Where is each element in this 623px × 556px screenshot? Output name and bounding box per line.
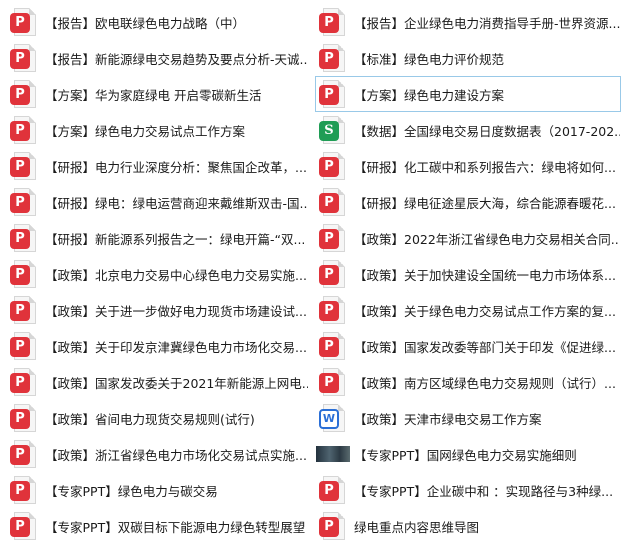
file-name-label: 绿电重点内容思维导图 <box>354 519 480 535</box>
pdf-file-icon: P <box>319 8 345 36</box>
file-name-label: 【政策】国家发改委关于2021年新能源上网电... <box>45 375 308 391</box>
file-item[interactable]: P 【政策】浙江省绿色电力市场化交易试点实施... <box>6 436 309 472</box>
pdf-file-icon: P <box>10 296 36 324</box>
file-item[interactable]: P 【政策】国家发改委关于2021年新能源上网电... <box>6 364 309 400</box>
file-name-label: 【政策】关于印发京津冀绿色电力市场化交易... <box>45 339 307 355</box>
file-name-label: 【政策】关于绿色电力交易试点工作方案的复... <box>354 303 616 319</box>
word-file-icon: W <box>319 404 345 432</box>
file-name-label: 【专家PPT】绿色电力与碳交易 <box>45 483 218 499</box>
file-item[interactable]: P 【方案】绿色电力建设方案 <box>315 76 621 112</box>
pdf-file-icon: P <box>10 512 36 540</box>
file-grid: P 【报告】欧电联绿色电力战略（中） P 【报告】新能源绿电交易趋势及要点分析-天诚.… <box>0 0 623 556</box>
file-item[interactable]: P 【政策】国家发改委等部门关于印发《促进绿... <box>315 328 621 364</box>
file-name-label: 【研报】新能源系列报告之一：绿电开篇-“双... <box>45 231 306 247</box>
file-item[interactable]: P 【专家PPT】绿色电力与碳交易 <box>6 472 309 508</box>
pdf-file-icon: P <box>10 368 36 396</box>
pdf-file-icon: P <box>10 440 36 468</box>
pdf-file-icon: P <box>319 512 345 540</box>
file-item[interactable]: P 【研报】电力行业深度分析：聚焦国企改革，... <box>6 148 309 184</box>
pdf-file-icon: P <box>10 8 36 36</box>
file-name-label: 【数据】全国绿电交易日度数据表（2017-202... <box>354 123 620 139</box>
file-item[interactable]: P 【报告】企业绿色电力消费指导手册-世界资源... <box>315 4 621 40</box>
pdf-file-icon: P <box>10 44 36 72</box>
pdf-file-icon: P <box>319 332 345 360</box>
pdf-file-icon: P <box>319 44 345 72</box>
file-name-label: 【方案】绿色电力交易试点工作方案 <box>45 123 246 139</box>
file-item[interactable]: 【专家PPT】国网绿色电力交易实施细则 <box>315 436 621 472</box>
file-item[interactable]: P 【研报】绿电征途星辰大海，综合能源春暖花... <box>315 184 621 220</box>
file-item[interactable]: S 【数据】全国绿电交易日度数据表（2017-202... <box>315 112 621 148</box>
pdf-file-icon: P <box>319 296 345 324</box>
file-item[interactable]: P 【报告】新能源绿电交易趋势及要点分析-天诚... <box>6 40 309 76</box>
file-item[interactable]: P 【政策】关于绿色电力交易试点工作方案的复... <box>315 292 621 328</box>
file-name-label: 【研报】绿电征途星辰大海，综合能源春暖花... <box>354 195 616 211</box>
pdf-file-icon: P <box>10 404 36 432</box>
file-name-label: 【专家PPT】企业碳中和 ：实现路径与3种绿... <box>354 483 614 499</box>
file-item[interactable]: P 【研报】新能源系列报告之一：绿电开篇-“双... <box>6 220 309 256</box>
file-item[interactable]: P 绿电重点内容思维导图 <box>315 508 621 544</box>
file-name-label: 【政策】天津市绿电交易工作方案 <box>354 411 542 427</box>
file-name-label: 【研报】绿电：绿电运营商迎来戴维斯双击-国... <box>45 195 308 211</box>
file-item[interactable]: P 【政策】关于印发京津冀绿色电力市场化交易... <box>6 328 309 364</box>
pdf-file-icon: P <box>10 260 36 288</box>
pdf-file-icon: P <box>10 80 36 108</box>
pdf-file-icon: P <box>10 116 36 144</box>
file-item[interactable]: P 【研报】化工碳中和系列报告六：绿电将如何... <box>315 148 621 184</box>
file-item[interactable]: P 【政策】南方区域绿色电力交易规则（试行）... <box>315 364 621 400</box>
file-name-label: 【政策】北京电力交易中心绿色电力交易实施... <box>45 267 307 283</box>
file-item[interactable]: P 【报告】欧电联绿色电力战略（中） <box>6 4 309 40</box>
file-name-label: 【政策】关于加快建设全国统一电力市场体系... <box>354 267 616 283</box>
file-item[interactable]: W 【政策】天津市绿电交易工作方案 <box>315 400 621 436</box>
file-name-label: 【标准】绿色电力评价规范 <box>354 51 505 67</box>
file-name-label: 【方案】华为家庭绿电 开启零碳新生活 <box>45 87 262 103</box>
file-name-label: 【报告】企业绿色电力消费指导手册-世界资源... <box>354 15 620 31</box>
pdf-file-icon: P <box>10 188 36 216</box>
file-item[interactable]: P 【政策】北京电力交易中心绿色电力交易实施... <box>6 256 309 292</box>
file-name-label: 【方案】绿色电力建设方案 <box>354 87 505 103</box>
file-column-right: P 【报告】企业绿色电力消费指导手册-世界资源... P 【标准】绿色电力评价规范 P 【… <box>315 4 621 544</box>
file-name-label: 【研报】化工碳中和系列报告六：绿电将如何... <box>354 159 616 175</box>
pdf-file-icon: P <box>10 152 36 180</box>
file-item[interactable]: P 【政策】关于加快建设全国统一电力市场体系... <box>315 256 621 292</box>
pdf-file-icon: P <box>319 368 345 396</box>
file-item[interactable]: P 【标准】绿色电力评价规范 <box>315 40 621 76</box>
file-item[interactable]: P 【专家PPT】企业碳中和 ：实现路径与3种绿... <box>315 472 621 508</box>
file-item[interactable]: P 【研报】绿电：绿电运营商迎来戴维斯双击-国... <box>6 184 309 220</box>
file-item[interactable]: P 【专家PPT】双碳目标下能源电力绿色转型展望 <box>6 508 309 544</box>
pdf-file-icon: P <box>10 332 36 360</box>
spreadsheet-file-icon: S <box>319 116 345 144</box>
file-name-label: 【政策】南方区域绿色电力交易规则（试行）... <box>354 375 616 391</box>
file-item[interactable]: P 【方案】华为家庭绿电 开启零碳新生活 <box>6 76 309 112</box>
file-item[interactable]: P 【政策】省间电力现货交易规则(试行) <box>6 400 309 436</box>
file-name-label: 【研报】电力行业深度分析：聚焦国企改革，... <box>45 159 307 175</box>
image-thumbnail-icon <box>316 444 352 464</box>
file-name-label: 【政策】国家发改委等部门关于印发《促进绿... <box>354 339 616 355</box>
file-name-label: 【政策】浙江省绿色电力市场化交易试点实施... <box>45 447 307 463</box>
pdf-file-icon: P <box>319 260 345 288</box>
file-item[interactable]: P 【方案】绿色电力交易试点工作方案 <box>6 112 309 148</box>
file-column-left: P 【报告】欧电联绿色电力战略（中） P 【报告】新能源绿电交易趋势及要点分析-天诚.… <box>6 4 309 544</box>
pdf-file-icon: P <box>319 224 345 252</box>
pdf-file-icon: P <box>319 476 345 504</box>
pdf-file-icon: P <box>319 80 345 108</box>
file-item[interactable]: P 【政策】2022年浙江省绿色电力交易相关合同... <box>315 220 621 256</box>
file-name-label: 【专家PPT】国网绿色电力交易实施细则 <box>354 447 577 463</box>
file-name-label: 【专家PPT】双碳目标下能源电力绿色转型展望 <box>45 519 306 535</box>
file-name-label: 【政策】省间电力现货交易规则(试行) <box>45 411 255 427</box>
file-name-label: 【报告】欧电联绿色电力战略（中） <box>45 15 246 31</box>
file-name-label: 【政策】2022年浙江省绿色电力交易相关合同... <box>354 231 620 247</box>
file-name-label: 【政策】关于进一步做好电力现货市场建设试... <box>45 303 307 319</box>
pdf-file-icon: P <box>10 476 36 504</box>
pdf-file-icon: P <box>319 188 345 216</box>
file-item[interactable]: P 【政策】关于进一步做好电力现货市场建设试... <box>6 292 309 328</box>
file-name-label: 【报告】新能源绿电交易趋势及要点分析-天诚... <box>45 51 308 67</box>
pdf-file-icon: P <box>319 152 345 180</box>
pdf-file-icon: P <box>10 224 36 252</box>
